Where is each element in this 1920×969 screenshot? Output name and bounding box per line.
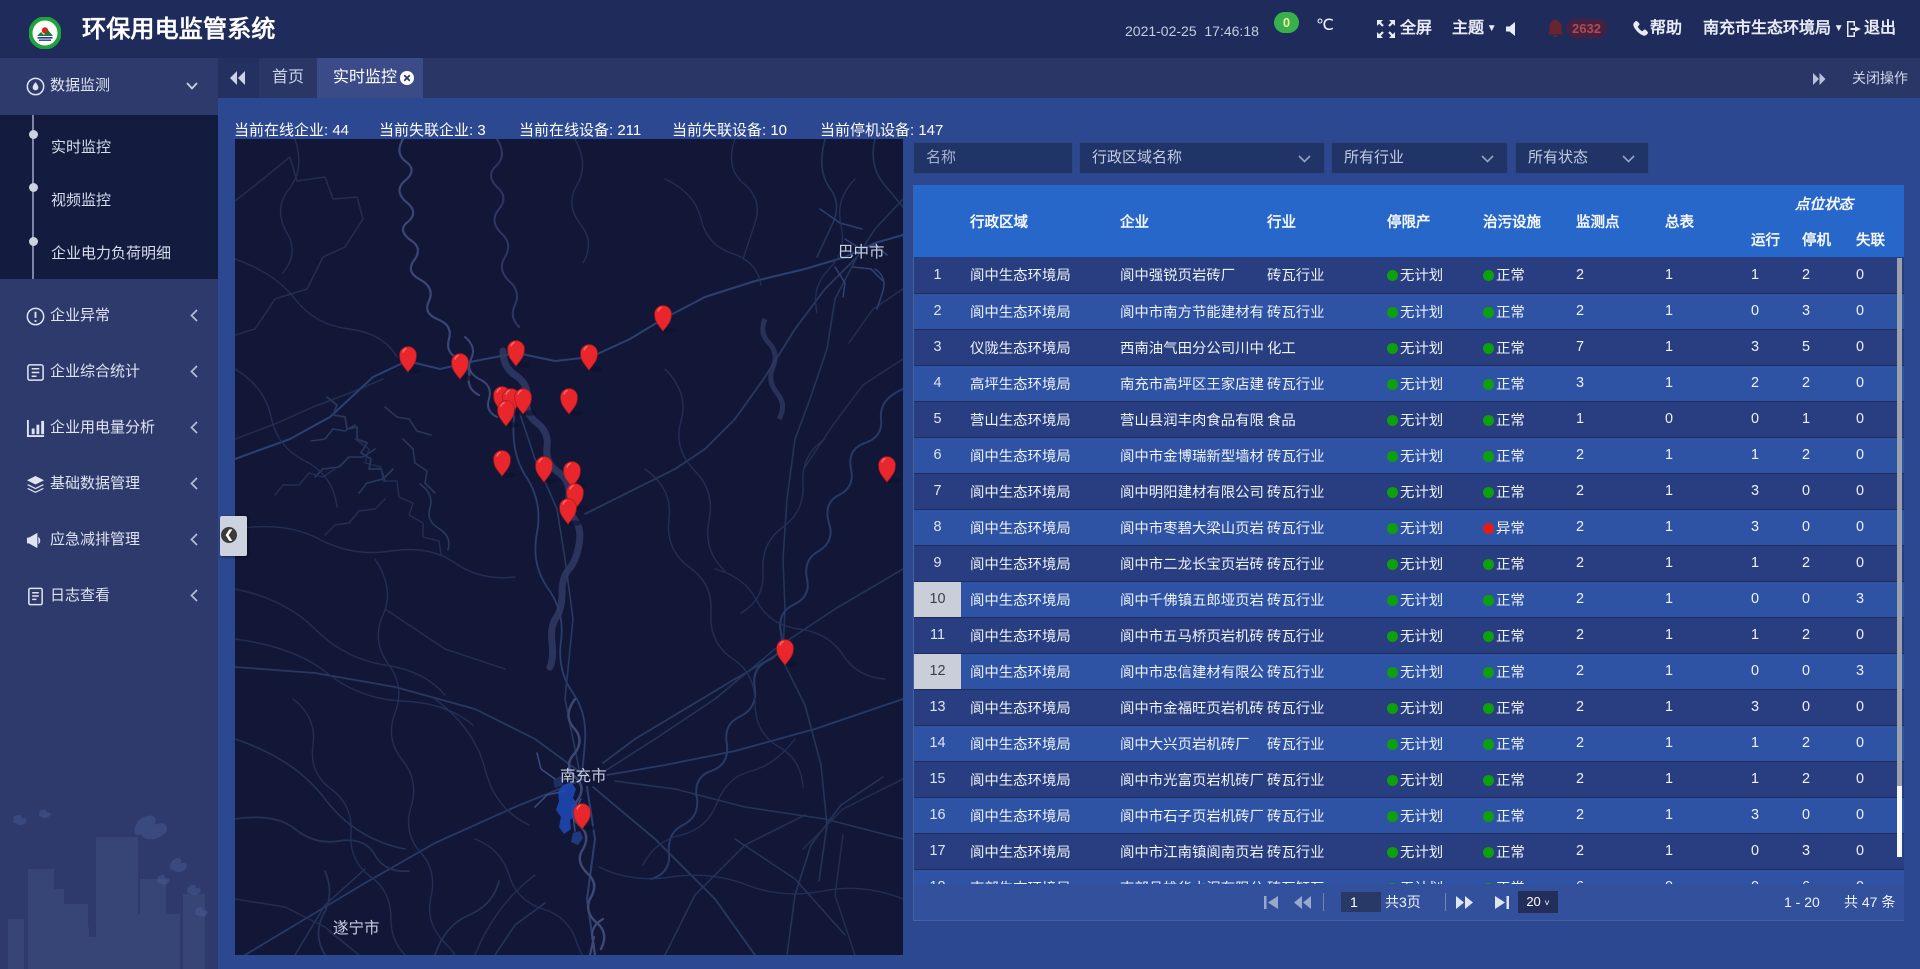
svg-text:南充市: 南充市 (560, 767, 607, 785)
svg-text:遂宁市: 遂宁市 (333, 919, 380, 937)
svg-text:巴中市: 巴中市 (838, 243, 885, 261)
